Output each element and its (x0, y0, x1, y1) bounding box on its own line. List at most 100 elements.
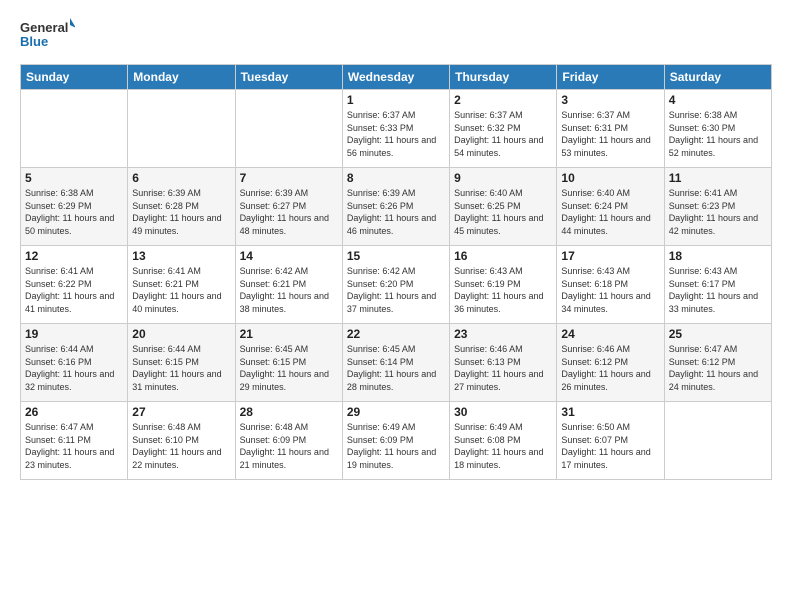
day-info: Sunrise: 6:48 AMSunset: 6:09 PMDaylight:… (240, 422, 329, 470)
calendar-cell: 23 Sunrise: 6:46 AMSunset: 6:13 PMDaylig… (450, 324, 557, 402)
calendar-table: SundayMondayTuesdayWednesdayThursdayFrid… (20, 64, 772, 480)
day-info: Sunrise: 6:39 AMSunset: 6:26 PMDaylight:… (347, 188, 436, 236)
calendar-cell (128, 90, 235, 168)
day-info: Sunrise: 6:48 AMSunset: 6:10 PMDaylight:… (132, 422, 221, 470)
day-info: Sunrise: 6:46 AMSunset: 6:13 PMDaylight:… (454, 344, 543, 392)
calendar-cell: 21 Sunrise: 6:45 AMSunset: 6:15 PMDaylig… (235, 324, 342, 402)
svg-text:Blue: Blue (20, 34, 48, 49)
calendar-cell: 6 Sunrise: 6:39 AMSunset: 6:28 PMDayligh… (128, 168, 235, 246)
day-info: Sunrise: 6:47 AMSunset: 6:12 PMDaylight:… (669, 344, 758, 392)
day-number: 20 (132, 327, 230, 341)
calendar-cell: 10 Sunrise: 6:40 AMSunset: 6:24 PMDaylig… (557, 168, 664, 246)
calendar-cell: 16 Sunrise: 6:43 AMSunset: 6:19 PMDaylig… (450, 246, 557, 324)
day-number: 6 (132, 171, 230, 185)
calendar-cell: 24 Sunrise: 6:46 AMSunset: 6:12 PMDaylig… (557, 324, 664, 402)
calendar-cell: 5 Sunrise: 6:38 AMSunset: 6:29 PMDayligh… (21, 168, 128, 246)
logo-svg: General Blue (20, 16, 75, 54)
day-number: 15 (347, 249, 445, 263)
calendar-cell (664, 402, 771, 480)
day-info: Sunrise: 6:44 AMSunset: 6:16 PMDaylight:… (25, 344, 114, 392)
day-number: 22 (347, 327, 445, 341)
day-number: 13 (132, 249, 230, 263)
calendar-cell: 8 Sunrise: 6:39 AMSunset: 6:26 PMDayligh… (342, 168, 449, 246)
day-info: Sunrise: 6:49 AMSunset: 6:08 PMDaylight:… (454, 422, 543, 470)
calendar-cell: 19 Sunrise: 6:44 AMSunset: 6:16 PMDaylig… (21, 324, 128, 402)
col-header-saturday: Saturday (664, 65, 771, 90)
page-header: General Blue (20, 16, 772, 54)
day-number: 24 (561, 327, 659, 341)
col-header-tuesday: Tuesday (235, 65, 342, 90)
day-info: Sunrise: 6:41 AMSunset: 6:23 PMDaylight:… (669, 188, 758, 236)
day-number: 19 (25, 327, 123, 341)
col-header-wednesday: Wednesday (342, 65, 449, 90)
day-number: 25 (669, 327, 767, 341)
day-number: 9 (454, 171, 552, 185)
day-info: Sunrise: 6:37 AMSunset: 6:32 PMDaylight:… (454, 110, 543, 158)
day-number: 11 (669, 171, 767, 185)
col-header-thursday: Thursday (450, 65, 557, 90)
calendar-cell: 18 Sunrise: 6:43 AMSunset: 6:17 PMDaylig… (664, 246, 771, 324)
day-info: Sunrise: 6:38 AMSunset: 6:30 PMDaylight:… (669, 110, 758, 158)
day-info: Sunrise: 6:43 AMSunset: 6:18 PMDaylight:… (561, 266, 650, 314)
day-number: 10 (561, 171, 659, 185)
col-header-friday: Friday (557, 65, 664, 90)
calendar-cell: 31 Sunrise: 6:50 AMSunset: 6:07 PMDaylig… (557, 402, 664, 480)
svg-text:General: General (20, 20, 68, 35)
day-number: 2 (454, 93, 552, 107)
col-header-sunday: Sunday (21, 65, 128, 90)
calendar-cell: 4 Sunrise: 6:38 AMSunset: 6:30 PMDayligh… (664, 90, 771, 168)
calendar-cell: 20 Sunrise: 6:44 AMSunset: 6:15 PMDaylig… (128, 324, 235, 402)
day-info: Sunrise: 6:40 AMSunset: 6:24 PMDaylight:… (561, 188, 650, 236)
day-number: 31 (561, 405, 659, 419)
day-number: 16 (454, 249, 552, 263)
day-number: 8 (347, 171, 445, 185)
day-number: 12 (25, 249, 123, 263)
day-info: Sunrise: 6:46 AMSunset: 6:12 PMDaylight:… (561, 344, 650, 392)
calendar-cell: 1 Sunrise: 6:37 AMSunset: 6:33 PMDayligh… (342, 90, 449, 168)
day-info: Sunrise: 6:39 AMSunset: 6:28 PMDaylight:… (132, 188, 221, 236)
calendar-cell (235, 90, 342, 168)
day-number: 17 (561, 249, 659, 263)
calendar-cell: 13 Sunrise: 6:41 AMSunset: 6:21 PMDaylig… (128, 246, 235, 324)
day-number: 23 (454, 327, 552, 341)
day-info: Sunrise: 6:47 AMSunset: 6:11 PMDaylight:… (25, 422, 114, 470)
calendar-cell: 26 Sunrise: 6:47 AMSunset: 6:11 PMDaylig… (21, 402, 128, 480)
day-number: 14 (240, 249, 338, 263)
day-number: 28 (240, 405, 338, 419)
day-number: 18 (669, 249, 767, 263)
day-info: Sunrise: 6:45 AMSunset: 6:14 PMDaylight:… (347, 344, 436, 392)
calendar-cell: 9 Sunrise: 6:40 AMSunset: 6:25 PMDayligh… (450, 168, 557, 246)
day-info: Sunrise: 6:45 AMSunset: 6:15 PMDaylight:… (240, 344, 329, 392)
day-info: Sunrise: 6:43 AMSunset: 6:19 PMDaylight:… (454, 266, 543, 314)
calendar-week-4: 19 Sunrise: 6:44 AMSunset: 6:16 PMDaylig… (21, 324, 772, 402)
day-info: Sunrise: 6:37 AMSunset: 6:33 PMDaylight:… (347, 110, 436, 158)
calendar-week-3: 12 Sunrise: 6:41 AMSunset: 6:22 PMDaylig… (21, 246, 772, 324)
day-info: Sunrise: 6:42 AMSunset: 6:20 PMDaylight:… (347, 266, 436, 314)
calendar-cell: 28 Sunrise: 6:48 AMSunset: 6:09 PMDaylig… (235, 402, 342, 480)
calendar-cell: 12 Sunrise: 6:41 AMSunset: 6:22 PMDaylig… (21, 246, 128, 324)
day-info: Sunrise: 6:38 AMSunset: 6:29 PMDaylight:… (25, 188, 114, 236)
calendar-cell: 25 Sunrise: 6:47 AMSunset: 6:12 PMDaylig… (664, 324, 771, 402)
day-info: Sunrise: 6:41 AMSunset: 6:22 PMDaylight:… (25, 266, 114, 314)
day-info: Sunrise: 6:43 AMSunset: 6:17 PMDaylight:… (669, 266, 758, 314)
day-number: 26 (25, 405, 123, 419)
calendar-cell (21, 90, 128, 168)
calendar-cell: 7 Sunrise: 6:39 AMSunset: 6:27 PMDayligh… (235, 168, 342, 246)
day-info: Sunrise: 6:41 AMSunset: 6:21 PMDaylight:… (132, 266, 221, 314)
calendar-cell: 11 Sunrise: 6:41 AMSunset: 6:23 PMDaylig… (664, 168, 771, 246)
calendar-cell: 17 Sunrise: 6:43 AMSunset: 6:18 PMDaylig… (557, 246, 664, 324)
calendar-cell: 30 Sunrise: 6:49 AMSunset: 6:08 PMDaylig… (450, 402, 557, 480)
calendar-cell: 29 Sunrise: 6:49 AMSunset: 6:09 PMDaylig… (342, 402, 449, 480)
calendar-header-row: SundayMondayTuesdayWednesdayThursdayFrid… (21, 65, 772, 90)
day-number: 1 (347, 93, 445, 107)
col-header-monday: Monday (128, 65, 235, 90)
calendar-week-5: 26 Sunrise: 6:47 AMSunset: 6:11 PMDaylig… (21, 402, 772, 480)
calendar-cell: 15 Sunrise: 6:42 AMSunset: 6:20 PMDaylig… (342, 246, 449, 324)
day-number: 4 (669, 93, 767, 107)
calendar-week-2: 5 Sunrise: 6:38 AMSunset: 6:29 PMDayligh… (21, 168, 772, 246)
day-number: 30 (454, 405, 552, 419)
calendar-week-1: 1 Sunrise: 6:37 AMSunset: 6:33 PMDayligh… (21, 90, 772, 168)
day-info: Sunrise: 6:49 AMSunset: 6:09 PMDaylight:… (347, 422, 436, 470)
day-info: Sunrise: 6:39 AMSunset: 6:27 PMDaylight:… (240, 188, 329, 236)
calendar-cell: 2 Sunrise: 6:37 AMSunset: 6:32 PMDayligh… (450, 90, 557, 168)
